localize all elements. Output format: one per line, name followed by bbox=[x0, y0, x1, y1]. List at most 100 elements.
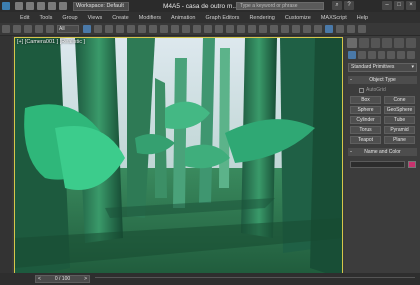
next-frame-icon[interactable]: > bbox=[84, 276, 87, 282]
menu-graph-editors[interactable]: Graph Editors bbox=[206, 15, 240, 21]
object-name-field[interactable] bbox=[350, 161, 405, 168]
rendered-frame-icon[interactable] bbox=[347, 25, 355, 33]
main-toolbar: All bbox=[0, 23, 420, 36]
select-manipulate-icon[interactable] bbox=[182, 25, 190, 33]
open-file-icon[interactable] bbox=[26, 2, 34, 10]
render-icon[interactable] bbox=[358, 25, 366, 33]
undo-tool-icon[interactable] bbox=[2, 25, 10, 33]
pyramid-button[interactable]: Pyramid bbox=[384, 126, 415, 134]
title-bar: Workspace: Default M4A5 - casa de outro … bbox=[0, 0, 420, 12]
menu-edit[interactable]: Edit bbox=[20, 15, 29, 21]
angle-snap-icon[interactable] bbox=[215, 25, 223, 33]
maximize-button[interactable]: □ bbox=[394, 1, 404, 10]
material-editor-icon[interactable] bbox=[325, 25, 333, 33]
spinner-snap-icon[interactable] bbox=[237, 25, 245, 33]
align-icon[interactable] bbox=[270, 25, 278, 33]
close-button[interactable]: × bbox=[406, 1, 416, 10]
schematic-view-icon[interactable] bbox=[314, 25, 322, 33]
menu-maxscript[interactable]: MAXScript bbox=[321, 15, 347, 21]
workspace-dropdown[interactable]: Workspace: Default bbox=[73, 1, 129, 11]
redo-icon[interactable] bbox=[59, 2, 67, 10]
save-file-icon[interactable] bbox=[37, 2, 45, 10]
viewport-label[interactable]: [+] [Camera001 ] [Realistic ] bbox=[17, 39, 85, 45]
bind-space-warp-icon[interactable] bbox=[46, 25, 54, 33]
time-slider[interactable]: < 0 / 100 > bbox=[35, 275, 90, 283]
command-panel: Standard Primitives ▾ - Object Type Auto… bbox=[345, 36, 420, 273]
previous-frame-icon[interactable]: < bbox=[38, 276, 41, 282]
select-by-name-icon[interactable] bbox=[94, 25, 102, 33]
graphite-tools-icon[interactable] bbox=[292, 25, 300, 33]
lights-icon[interactable] bbox=[367, 51, 376, 59]
cameras-icon[interactable] bbox=[377, 51, 386, 59]
unlink-icon[interactable] bbox=[35, 25, 43, 33]
move-icon[interactable] bbox=[127, 25, 135, 33]
primitive-type-dropdown[interactable]: Standard Primitives ▾ bbox=[348, 63, 417, 72]
torus-button[interactable]: Torus bbox=[350, 126, 381, 134]
layer-manager-icon[interactable] bbox=[281, 25, 289, 33]
menu-create[interactable]: Create bbox=[112, 15, 129, 21]
undo-icon[interactable] bbox=[48, 2, 56, 10]
menu-views[interactable]: Views bbox=[88, 15, 103, 21]
object-type-rollout-header[interactable]: - Object Type bbox=[348, 76, 417, 84]
menu-animation[interactable]: Animation bbox=[171, 15, 195, 21]
link-icon[interactable] bbox=[24, 25, 32, 33]
named-selection-icon[interactable] bbox=[248, 25, 256, 33]
autogrid-checkbox[interactable]: AutoGrid bbox=[359, 87, 420, 93]
name-and-color-title: Name and Color bbox=[364, 149, 401, 155]
search-icon[interactable]: ⌕ bbox=[332, 1, 342, 10]
object-color-swatch[interactable] bbox=[408, 161, 416, 168]
select-object-icon[interactable] bbox=[83, 25, 91, 33]
selection-region-icon[interactable] bbox=[105, 25, 113, 33]
snaps-toggle-icon[interactable] bbox=[204, 25, 212, 33]
selection-filter-dropdown[interactable]: All bbox=[57, 25, 79, 33]
motion-tab-icon[interactable] bbox=[382, 38, 393, 48]
space-warps-icon[interactable] bbox=[397, 51, 406, 59]
menu-tools[interactable]: Tools bbox=[39, 15, 52, 21]
window-controls: – □ × bbox=[380, 1, 416, 10]
hierarchy-tab-icon[interactable] bbox=[370, 38, 381, 48]
geosphere-button[interactable]: GeoSphere bbox=[384, 106, 415, 114]
curve-editor-icon[interactable] bbox=[303, 25, 311, 33]
minimize-button[interactable]: – bbox=[382, 1, 392, 10]
name-and-color-rollout-header[interactable]: - Name and Color bbox=[348, 148, 417, 156]
percent-snap-icon[interactable] bbox=[226, 25, 234, 33]
tube-button[interactable]: Tube bbox=[384, 116, 415, 124]
geometry-icon[interactable] bbox=[348, 51, 356, 59]
rotate-icon[interactable] bbox=[138, 25, 146, 33]
time-slider-bar: < 0 / 100 > bbox=[0, 273, 420, 285]
helpers-icon[interactable] bbox=[387, 51, 396, 59]
reference-coordinate-icon[interactable] bbox=[160, 25, 168, 33]
timeline-ruler[interactable] bbox=[95, 277, 415, 281]
menu-help[interactable]: Help bbox=[357, 15, 368, 21]
plane-button[interactable]: Plane bbox=[384, 136, 415, 144]
pivot-center-icon[interactable] bbox=[171, 25, 179, 33]
menu-rendering[interactable]: Rendering bbox=[249, 15, 274, 21]
window-crossing-icon[interactable] bbox=[116, 25, 124, 33]
create-tab-icon[interactable] bbox=[347, 38, 357, 48]
keyboard-shortcut-icon[interactable] bbox=[193, 25, 201, 33]
help-toolbar: ⌕ ? bbox=[330, 1, 354, 10]
app-logo-icon[interactable] bbox=[0, 0, 12, 12]
help-icon[interactable]: ? bbox=[344, 1, 354, 10]
search-input[interactable]: Type a keyword or phrase bbox=[236, 2, 324, 10]
menu-group[interactable]: Group bbox=[62, 15, 77, 21]
modify-tab-icon[interactable] bbox=[358, 38, 369, 48]
systems-icon[interactable] bbox=[407, 51, 416, 59]
sphere-button[interactable]: Sphere bbox=[350, 106, 381, 114]
camera-viewport[interactable]: [+] [Camera001 ] [Realistic ] bbox=[14, 37, 343, 278]
redo-tool-icon[interactable] bbox=[13, 25, 21, 33]
autogrid-label: AutoGrid bbox=[366, 87, 386, 93]
menu-modifiers[interactable]: Modifiers bbox=[139, 15, 161, 21]
box-button[interactable]: Box bbox=[350, 96, 381, 104]
mirror-icon[interactable] bbox=[259, 25, 267, 33]
new-file-icon[interactable] bbox=[15, 2, 23, 10]
shapes-icon[interactable] bbox=[357, 51, 366, 59]
cone-button[interactable]: Cone bbox=[384, 96, 415, 104]
cylinder-button[interactable]: Cylinder bbox=[350, 116, 381, 124]
utilities-tab-icon[interactable] bbox=[406, 38, 416, 48]
teapot-button[interactable]: Teapot bbox=[350, 136, 381, 144]
scale-icon[interactable] bbox=[149, 25, 157, 33]
display-tab-icon[interactable] bbox=[394, 38, 405, 48]
render-setup-icon[interactable] bbox=[336, 25, 344, 33]
menu-customize[interactable]: Customize bbox=[285, 15, 311, 21]
